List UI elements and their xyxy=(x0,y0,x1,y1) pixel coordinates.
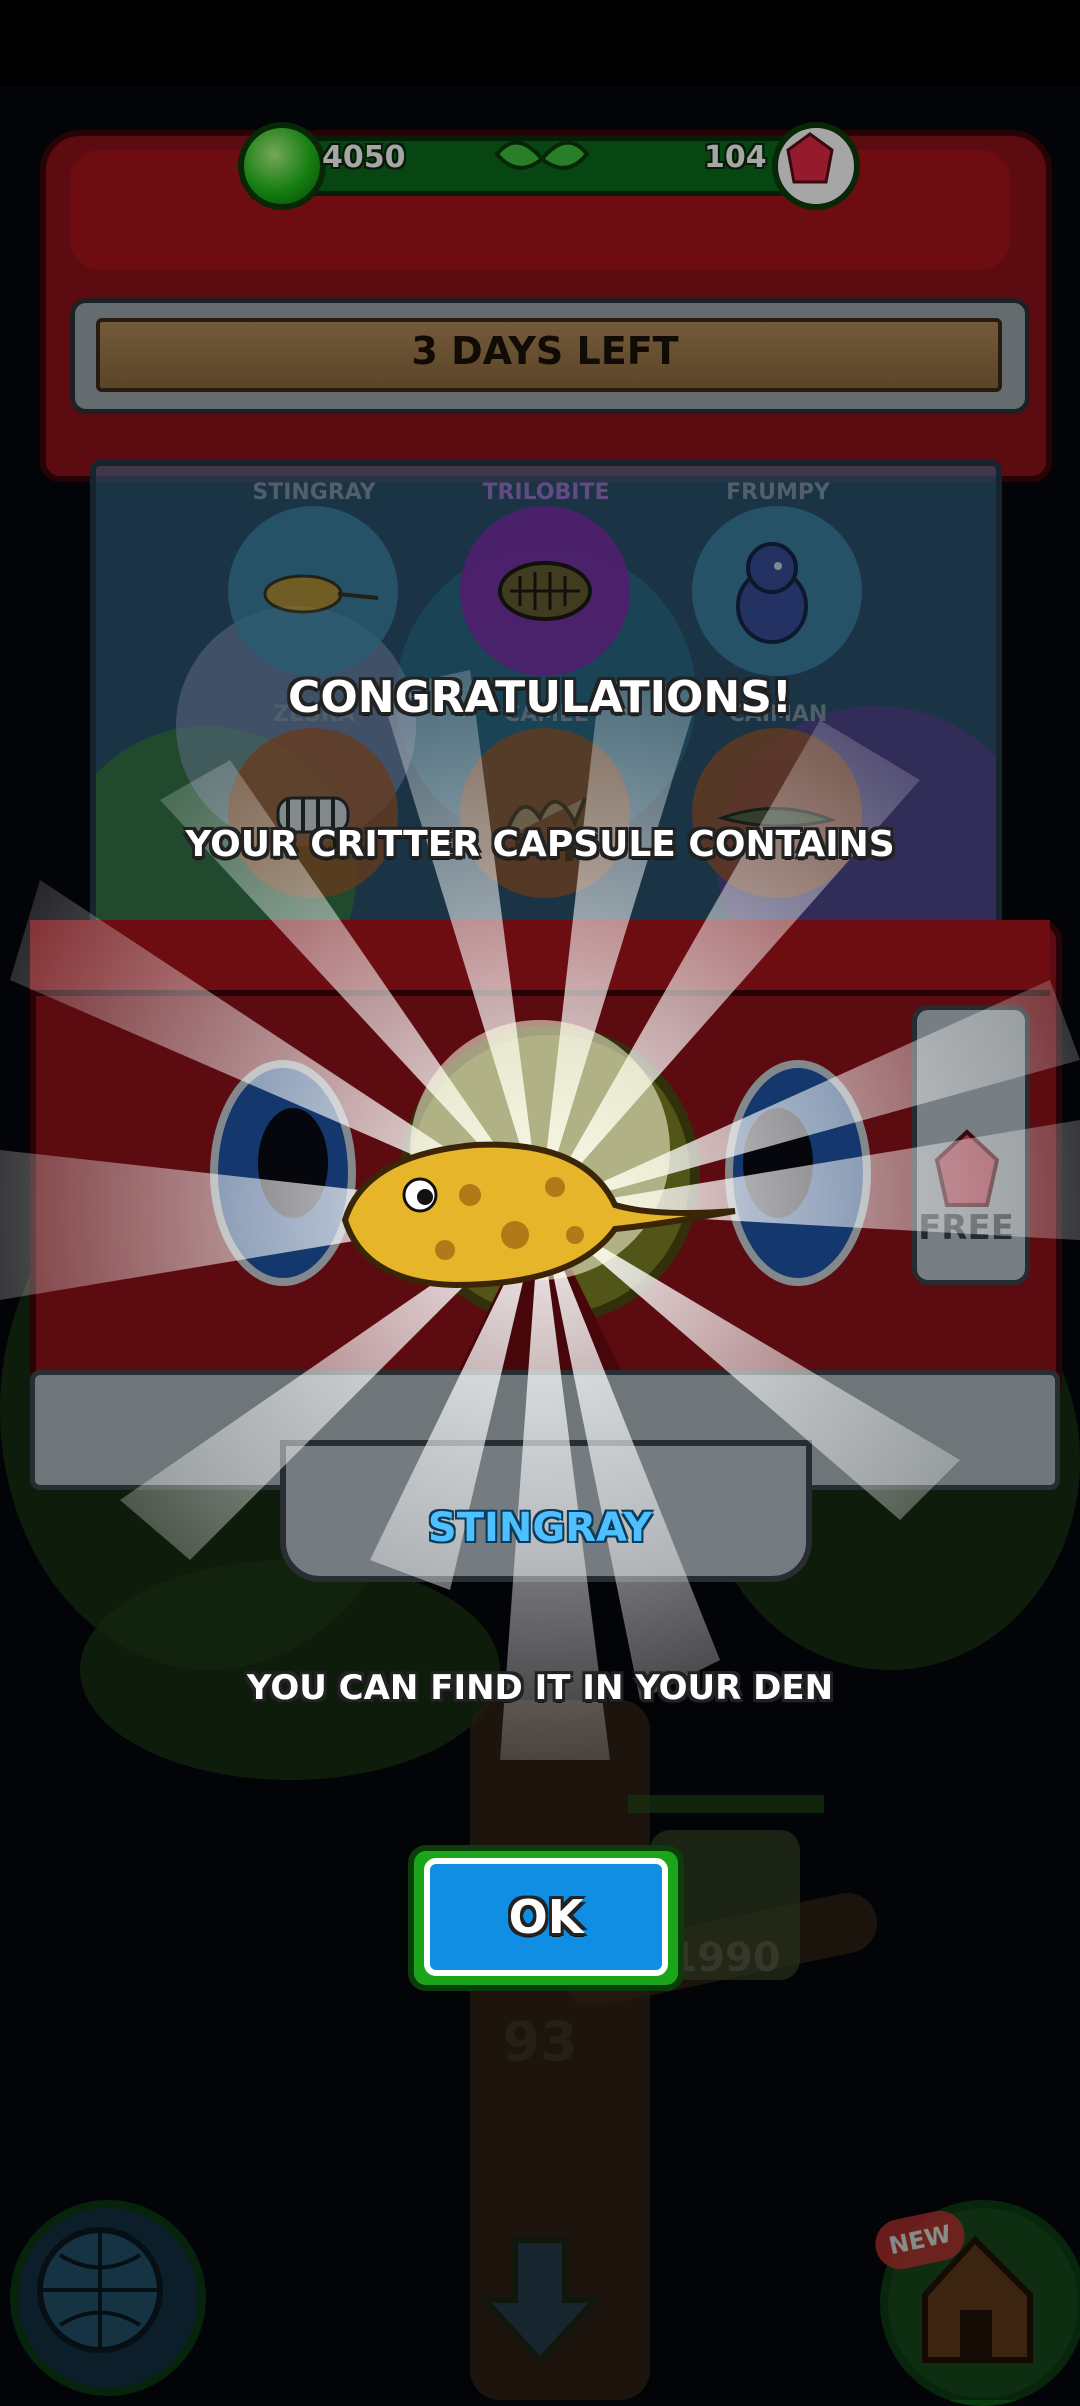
stingray-reward-image xyxy=(341,1141,736,1289)
ok-button-label[interactable]: OK xyxy=(424,1858,668,1976)
congratulations-title: CONGRATULATIONS! xyxy=(288,672,792,723)
find-in-den-message: YOU CAN FIND IT IN YOUR DEN xyxy=(246,1668,834,1708)
capsule-contains-subtitle: YOUR CRITTER CAPSULE CONTAINS xyxy=(185,824,895,865)
critter-name: STINGRAY xyxy=(427,1505,653,1551)
